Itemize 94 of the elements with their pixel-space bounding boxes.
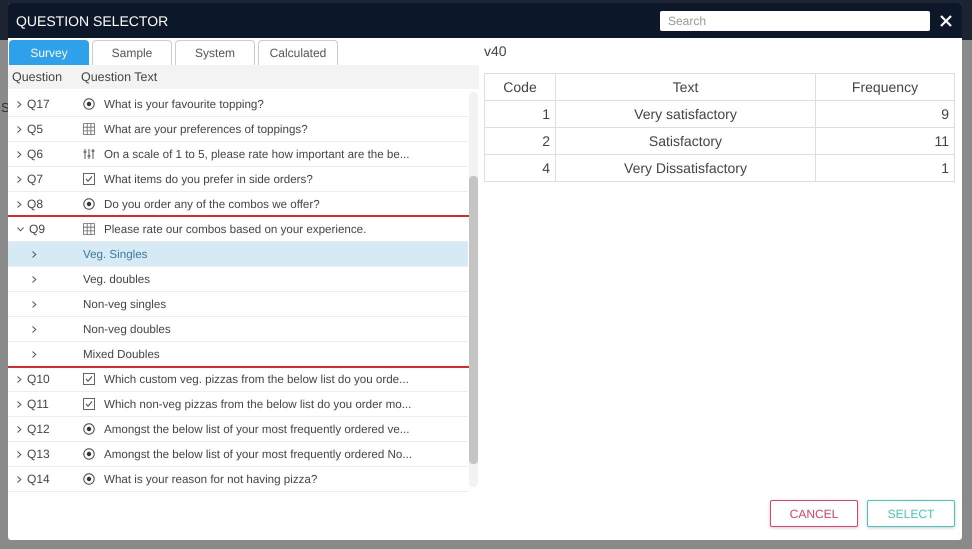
table-cell: 1: [484, 100, 556, 128]
dialog-title: QUESTION SELECTOR: [16, 12, 170, 28]
chevron-right-icon: [17, 400, 22, 408]
table-cell: Very satisfactory: [556, 100, 816, 128]
question-code: Q6: [27, 147, 44, 161]
chevron-right-icon: [17, 150, 22, 158]
sub-question-row[interactable]: Mixed Doubles: [8, 342, 468, 367]
checkbox-icon: [83, 173, 95, 185]
question-code: Q13: [27, 447, 50, 461]
question-row[interactable]: Q10 Which custom veg. pizzas from the below list do you orde...: [8, 367, 468, 392]
chevron-right-icon: [32, 350, 37, 358]
grid-icon: [83, 223, 95, 235]
scrollbar[interactable]: [469, 92, 478, 487]
sliders-icon: [83, 148, 95, 160]
question-text: Which non-veg pizzas from the below list do you order mo...: [104, 398, 412, 410]
question-code: Q10: [27, 372, 50, 386]
question-row[interactable]: Q8 Do you order any of the combos we offer?: [8, 192, 468, 217]
question-text: What is your reason for not having pizza?: [104, 472, 318, 486]
chevron-right-icon: [17, 126, 22, 132]
question-text: Which custom veg. pizzas from the below list do you orde...: [104, 372, 409, 386]
question-code: Q14: [27, 472, 50, 486]
chevron-right-icon: [17, 376, 22, 382]
chevron-down-icon: [17, 226, 24, 232]
sub-question-row[interactable]: Veg. doubles: [8, 267, 468, 292]
chevron-right-icon: [17, 450, 22, 458]
chevron-right-icon: [17, 200, 22, 208]
table-header: Text: [556, 74, 816, 100]
sub-question-text: Veg. Singles: [83, 248, 148, 260]
close-button[interactable]: [938, 12, 954, 28]
question-code: Q12: [27, 422, 50, 436]
radio-icon: [83, 473, 95, 485]
question-text: On a scale of 1 to 5, please rate how important are the be...: [104, 148, 410, 160]
table-cell: 9: [816, 100, 954, 128]
question-row[interactable]: Q6 On a scale of 1 to 5, please rate how important are the be...: [8, 142, 468, 167]
close-icon: [940, 14, 952, 26]
question-code: Q7: [27, 172, 44, 186]
question-code: Q8: [27, 197, 44, 211]
table-cell: 2: [484, 128, 556, 154]
table-cell: 11: [816, 128, 954, 154]
table-cell: 1: [816, 154, 954, 182]
scrollbar-thumb[interactable]: [469, 176, 478, 464]
table-cell: 4: [484, 154, 556, 182]
variable-name: v40: [484, 43, 508, 61]
chevron-right-icon: [17, 476, 22, 482]
sub-question-row[interactable]: Veg. Singles: [8, 242, 468, 267]
question-code: Q9: [29, 222, 46, 236]
question-row[interactable]: Q5 What are your preferences of toppings?: [8, 117, 468, 142]
radio-icon: [83, 448, 95, 460]
checkbox-icon: [83, 398, 95, 410]
question-text: Amongst the below list of your most frequently ordered No...: [104, 448, 412, 460]
question-text: Please rate our combos based on your experience.: [104, 222, 366, 236]
checkbox-icon: [83, 373, 95, 385]
sub-question-text: Non-veg singles: [83, 298, 166, 310]
sub-question-row[interactable]: Non-veg doubles: [8, 317, 468, 342]
tab[interactable]: Sample: [92, 40, 172, 65]
question-row[interactable]: Q11 Which non-veg pizzas from the below list do you order mo...: [8, 392, 468, 417]
radio-icon: [83, 198, 95, 210]
radio-icon: [83, 98, 95, 110]
column-header: Question Text: [81, 70, 158, 84]
chevron-right-icon: [17, 100, 22, 108]
question-row[interactable]: Q14 What is your reason for not having pizza?: [8, 467, 468, 492]
question-text: What are your preferences of toppings?: [104, 122, 308, 136]
sub-question-text: Veg. doubles: [83, 272, 150, 286]
tab[interactable]: System: [175, 40, 255, 65]
chevron-right-icon: [17, 426, 22, 432]
table-header: Code: [484, 74, 556, 100]
table-header: Frequency: [816, 74, 954, 100]
sub-question-text: Mixed Doubles: [83, 348, 160, 360]
search-field[interactable]: Search: [660, 10, 930, 30]
question-text: Do you order any of the combos we offer?: [104, 198, 320, 210]
radio-icon: [83, 423, 95, 435]
question-text: What is your favourite topping?: [104, 98, 264, 110]
table-cell: Very Dissatisfactory: [556, 154, 816, 182]
question-row[interactable]: Q7 What items do you prefer in side orders?: [8, 167, 468, 192]
grid-icon: [83, 123, 95, 135]
cancel-button[interactable]: CANCEL: [770, 500, 858, 527]
question-row[interactable]: Q12 Amongst the below list of your most frequently ordered ve...: [8, 417, 468, 442]
chevron-right-icon: [17, 176, 22, 182]
chevron-right-icon: [32, 250, 37, 258]
chevron-right-icon: [32, 300, 37, 308]
tab[interactable]: Calculated: [258, 40, 338, 65]
question-text: What items do you prefer in side orders?: [104, 172, 313, 186]
question-code: Q11: [27, 397, 49, 411]
column-header: Question: [11, 70, 64, 84]
question-row[interactable]: Q17 What is your favourite topping?: [8, 92, 468, 117]
question-code: Q17: [27, 97, 50, 111]
sub-question-text: Non-veg doubles: [83, 322, 171, 336]
sub-question-row[interactable]: Non-veg singles: [8, 292, 468, 317]
chevron-right-icon: [32, 326, 37, 332]
table-cell: Satisfactory: [556, 128, 816, 154]
question-row[interactable]: Q13 Amongst the below list of your most frequently ordered No...: [8, 442, 468, 467]
question-code: Q5: [27, 122, 44, 136]
question-text: Amongst the below list of your most frequently ordered ve...: [104, 422, 410, 436]
chevron-right-icon: [32, 276, 37, 282]
